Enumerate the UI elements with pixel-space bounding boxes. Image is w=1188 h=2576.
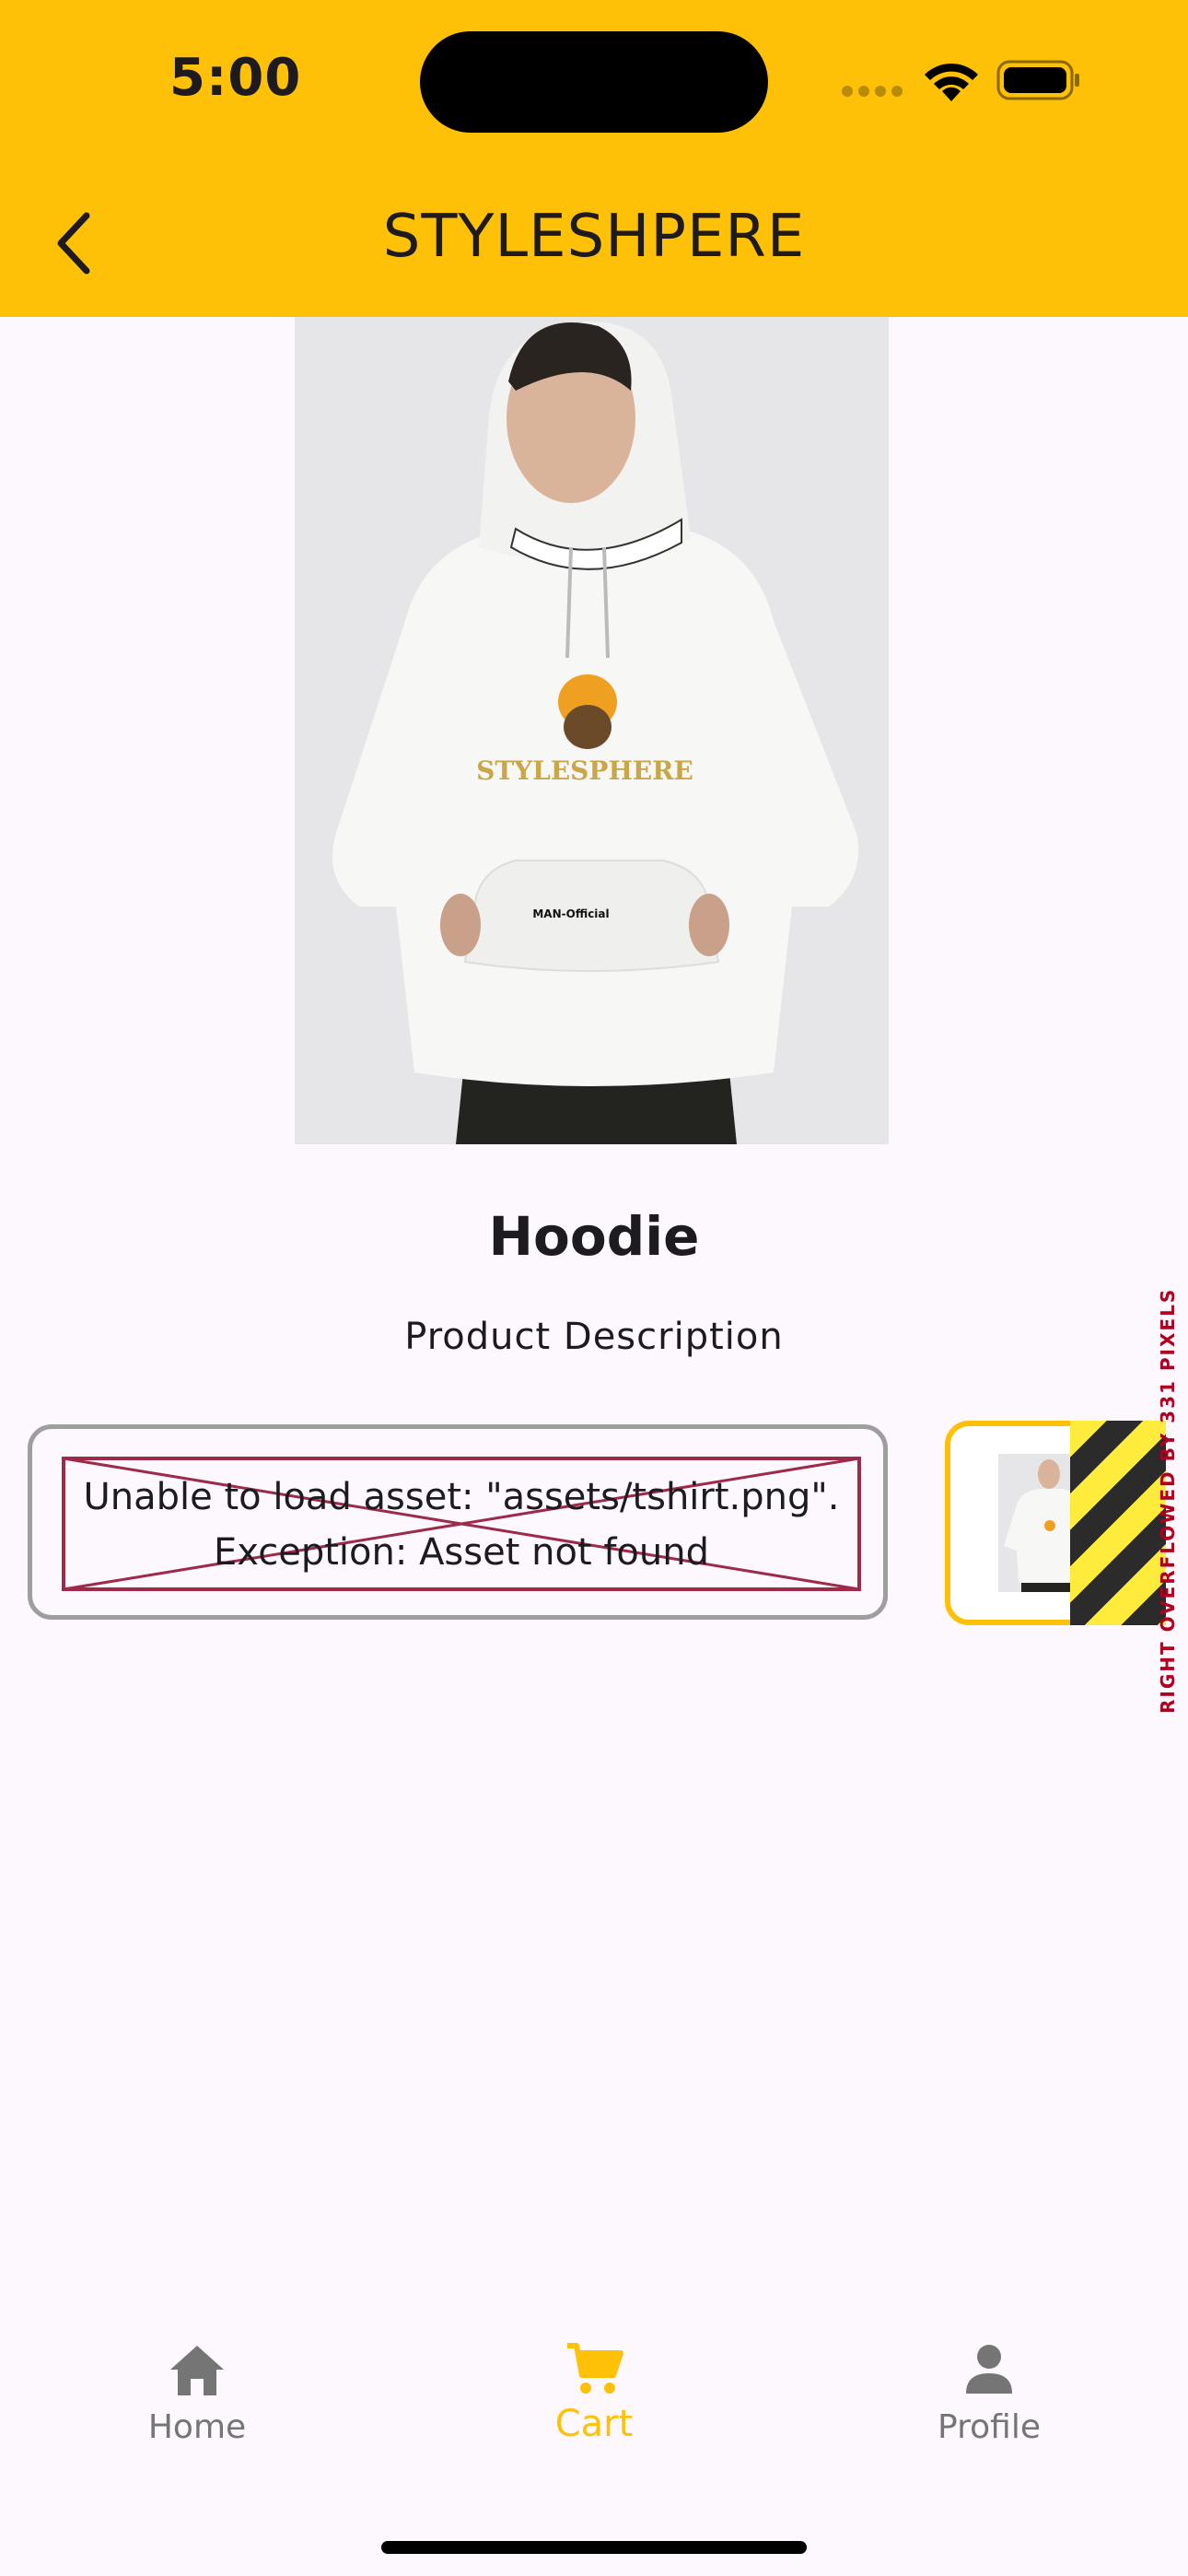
app-title: STYLESHPERE (382, 203, 806, 271)
dynamic-island (420, 31, 768, 133)
nav-item-home[interactable]: Home (59, 2340, 335, 2488)
asset-error-line-1: Unable to load asset: "assets/tshirt.png… (83, 1476, 840, 1518)
overflow-warning-stripes (1070, 1421, 1166, 1625)
nav-item-profile[interactable]: Profile (851, 2340, 1127, 2488)
asset-error-placeholder: Unable to load asset: "assets/tshirt.png… (62, 1457, 861, 1591)
hoodie-print-text: STYLESPHERE (476, 755, 693, 786)
product-image: STYLESPHERE MAN-Official (295, 317, 889, 1144)
battery-icon (996, 60, 1079, 100)
status-time: 5:00 (169, 48, 302, 108)
asset-error-message: Unable to load asset: "assets/tshirt.png… (62, 1469, 861, 1580)
nav-label-home: Home (147, 2408, 247, 2446)
home-icon (170, 2346, 224, 2395)
wifi-icon (925, 63, 978, 101)
nav-label-profile: Profile (938, 2408, 1041, 2446)
app-header: 5:00 STYLESHPERE (0, 0, 1188, 317)
bottom-navigation: Home Cart Profile (0, 2322, 1188, 2576)
product-name: Hoodie (488, 1205, 700, 1268)
hoodie-illustration: STYLESPHERE MAN-Official (295, 317, 889, 1144)
hoodie-tag-text: MAN-Official (532, 907, 609, 920)
home-indicator[interactable] (381, 2541, 807, 2554)
overflow-warning-text: RIGHT OVERFLOWED BY 331 PIXELS (1157, 1287, 1179, 1714)
cellular-signal-icon (842, 86, 904, 99)
asset-error-line-2: Exception: Asset not found (214, 1531, 709, 1574)
product-option-card[interactable]: Unable to load asset: "assets/tshirt.png… (28, 1424, 888, 1620)
cart-icon (567, 2343, 623, 2394)
nav-item-cart[interactable]: Cart (456, 2340, 732, 2488)
nav-label-cart: Cart (554, 2403, 634, 2445)
product-description: Product Description (404, 1316, 784, 1358)
person-icon (966, 2345, 1012, 2394)
